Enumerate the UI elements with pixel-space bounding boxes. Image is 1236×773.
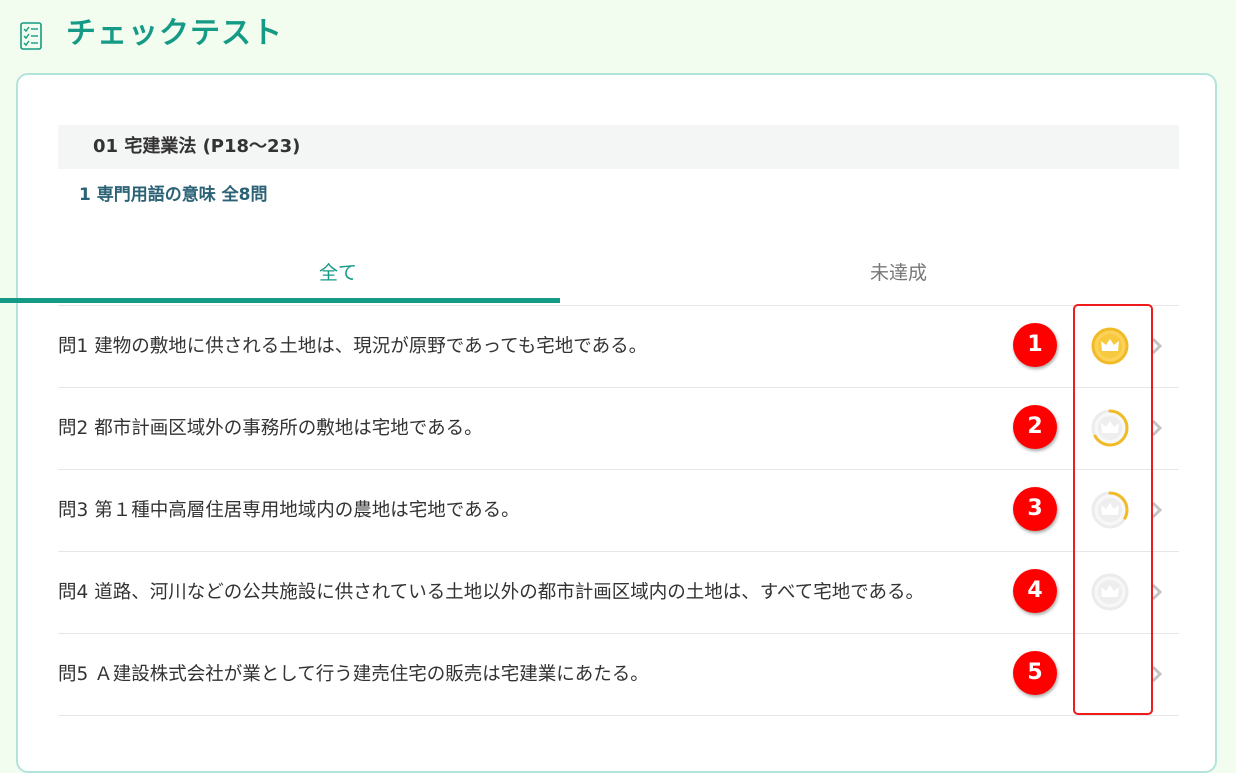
number-badge: 2 <box>1013 405 1057 449</box>
chevron-right-icon <box>1151 501 1163 519</box>
question-row-2[interactable]: 問2 都市計画区域外の事務所の敷地は宅地である。 2 <box>58 388 1179 470</box>
crown-medal-icon <box>1091 327 1129 365</box>
section-title: 01 宅建業法 (P18〜23) <box>93 136 301 157</box>
chevron-right-icon <box>1151 665 1163 683</box>
question-text: 問1 建物の敷地に供される土地は、現況が原野であっても宅地である。 <box>58 306 647 387</box>
question-row-5[interactable]: 問5 Ａ建設株式会社が業として行う建売住宅の販売は宅建業にあたる。 5 <box>58 634 1179 716</box>
section-header: 01 宅建業法 (P18〜23) <box>58 125 1179 169</box>
question-row-3[interactable]: 問3 第１種中高層住居専用地域内の農地は宅地である。 3 <box>58 470 1179 552</box>
question-number: 問4 <box>58 582 89 603</box>
chevron-right-icon <box>1151 583 1163 601</box>
number-badge: 1 <box>1013 323 1057 367</box>
question-number: 問3 <box>58 500 89 521</box>
question-statement: 第１種中高層住居専用地域内の農地は宅地である。 <box>94 500 520 521</box>
subsection-title: 1 専門用語の意味 全8問 <box>79 185 268 205</box>
crown-medal-icon <box>1091 491 1129 529</box>
number-badge: 3 <box>1013 487 1057 531</box>
question-text: 問4 道路、河川などの公共施設に供されている土地以外の都市計画区域内の土地は、すべ… <box>58 552 924 633</box>
question-row-1[interactable]: 問1 建物の敷地に供される土地は、現況が原野であっても宅地である。 1 <box>58 306 1179 388</box>
chevron-right-icon <box>1151 337 1163 355</box>
question-row-4[interactable]: 問4 道路、河川などの公共施設に供されている土地以外の都市計画区域内の土地は、すべ… <box>58 552 1179 634</box>
crown-medal-icon <box>1090 654 1130 694</box>
question-number: 問5 <box>58 664 89 685</box>
active-tab-indicator <box>0 298 560 303</box>
number-badge: 5 <box>1013 651 1057 695</box>
question-list: 問1 建物の敷地に供される土地は、現況が原野であっても宅地である。 1 問2 都市計… <box>58 306 1179 716</box>
tab-incomplete[interactable]: 未達成 <box>618 250 1179 305</box>
question-statement: 建物の敷地に供される土地は、現況が原野であっても宅地である。 <box>94 336 648 357</box>
checklist-icon <box>20 22 42 50</box>
number-badge: 4 <box>1013 569 1057 613</box>
question-text: 問3 第１種中高層住居専用地域内の農地は宅地である。 <box>58 470 520 551</box>
question-statement: 道路、河川などの公共施設に供されている土地以外の都市計画区域内の土地は、すべて宅… <box>94 582 925 603</box>
tab-all[interactable]: 全て <box>58 250 618 305</box>
question-text: 問5 Ａ建設株式会社が業として行う建売住宅の販売は宅建業にあたる。 <box>58 634 649 715</box>
page-header: チェックテスト <box>0 0 1236 70</box>
question-number: 問1 <box>58 336 89 357</box>
question-statement: 都市計画区域外の事務所の敷地は宅地である。 <box>94 418 483 439</box>
question-number: 問2 <box>58 418 89 439</box>
page-title: チェックテスト <box>66 16 283 51</box>
crown-medal-icon <box>1091 409 1129 447</box>
crown-medal-icon <box>1091 573 1129 611</box>
question-statement: Ａ建設株式会社が業として行う建売住宅の販売は宅建業にあたる。 <box>94 664 649 685</box>
question-text: 問2 都市計画区域外の事務所の敷地は宅地である。 <box>58 388 483 469</box>
chevron-right-icon <box>1151 419 1163 437</box>
